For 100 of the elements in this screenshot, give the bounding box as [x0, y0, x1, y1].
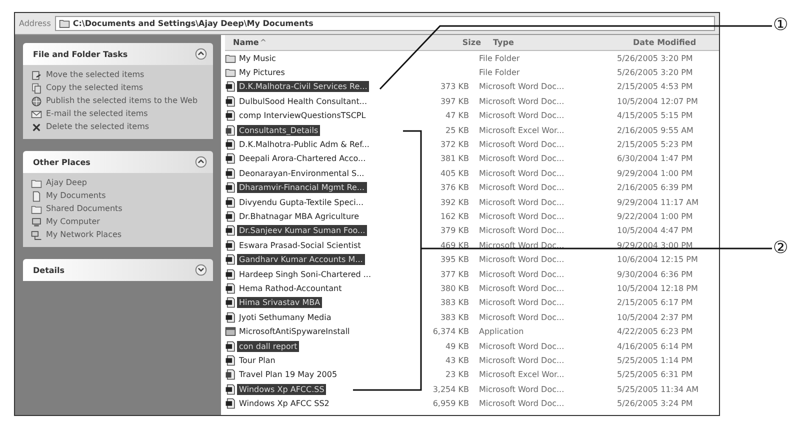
- file-size: 383 KB: [440, 312, 469, 322]
- file-type: Microsoft Word Doc...: [479, 240, 564, 250]
- task-link[interactable]: E-mail the selected items: [31, 109, 207, 120]
- file-name[interactable]: Hardeep Singh Soni-Chartered ...: [237, 268, 374, 280]
- task-link[interactable]: Move the selected items: [31, 70, 207, 81]
- task-link[interactable]: My Computer: [31, 217, 207, 228]
- file-size: 380 KB: [440, 284, 469, 293]
- column-header[interactable]: Name^: [225, 35, 425, 50]
- file-type: Microsoft Word Doc...: [479, 111, 564, 120]
- file-name[interactable]: My Music: [237, 52, 278, 64]
- date-modified: 10/5/2004 4:47 PM: [617, 226, 693, 236]
- date-modified: 6/30/2004 1:47 PM: [617, 154, 693, 164]
- copy-icon: [31, 83, 42, 94]
- date-modified: 9/29/2004 3:00 PM: [617, 240, 693, 250]
- file-name[interactable]: con dall report: [237, 340, 300, 352]
- pane-header[interactable]: Details: [23, 259, 213, 281]
- file-size: 6,959 KB: [432, 399, 469, 408]
- file-name[interactable]: D.K.Malhotra-Civil Services Re...: [237, 81, 370, 92]
- file-name[interactable]: Tour Plan: [237, 354, 278, 366]
- file-size: 376 KB: [440, 183, 469, 192]
- file-size: 372 KB: [440, 140, 469, 150]
- date-modified: 2/16/2005 9:55 AM: [617, 126, 694, 135]
- column-header[interactable]: Date Modified: [613, 35, 719, 50]
- pane-header[interactable]: File and Folder Tasks: [23, 43, 213, 65]
- file-size: 373 KB: [440, 82, 469, 92]
- file-type: Microsoft Excel Wor...: [479, 370, 564, 380]
- file-name[interactable]: D.K.Malhotra-Public Adm & Ref...: [237, 139, 372, 150]
- file-size: 397 KB: [440, 96, 469, 106]
- date-modified: 10/5/2004 12:07 PM: [617, 96, 698, 106]
- column-header[interactable]: Size: [425, 35, 483, 50]
- file-type: Microsoft Word Doc...: [479, 298, 564, 308]
- file-size: 23 KB: [446, 370, 469, 380]
- pane-header[interactable]: Other Places: [23, 151, 213, 173]
- file-name[interactable]: Hema Rathod-Accountant: [237, 282, 344, 294]
- date-modified: 2/15/2005 6:17 PM: [617, 298, 693, 308]
- column-header[interactable]: Type: [483, 35, 613, 50]
- file-type: Microsoft Word Doc...: [479, 284, 564, 293]
- document-icon: [225, 354, 236, 366]
- task-link[interactable]: Publish the selected items to the Web: [31, 96, 207, 107]
- file-name[interactable]: Travel Plan 19 May 2005: [237, 369, 340, 380]
- document-icon: [225, 297, 236, 308]
- file-name[interactable]: Deonarayan-Environmental S...: [237, 168, 366, 179]
- file-name[interactable]: Windows Xp AFCC SS2: [237, 398, 332, 410]
- date-modified: 10/5/2004 2:37 PM: [617, 312, 693, 322]
- file-name[interactable]: Gandharv Kumar Accounts M...: [237, 254, 365, 266]
- document-icon: [225, 312, 236, 323]
- file-type: Microsoft Excel Wor...: [479, 126, 564, 135]
- date-modified: 5/25/2005 11:34 AM: [617, 384, 699, 394]
- folder-icon: [58, 18, 70, 29]
- date-modified: 9/22/2004 1:00 PM: [617, 212, 693, 221]
- date-modified: 9/29/2004 11:17 AM: [617, 198, 699, 207]
- envelope-icon: [31, 109, 42, 120]
- file-name[interactable]: Dr.Sanjeev Kumar Suman Foo...: [237, 225, 368, 236]
- folder-icon: [31, 204, 42, 215]
- file-name[interactable]: Divyendu Gupta-Textile Speci...: [237, 196, 366, 208]
- document-icon: [225, 240, 236, 251]
- file-size: 377 KB: [440, 270, 469, 279]
- date-modified: 5/25/2005 6:31 PM: [617, 370, 693, 380]
- file-type: Microsoft Word Doc...: [479, 168, 564, 178]
- document-icon: [225, 398, 236, 410]
- address-field[interactable]: C:\Documents and Settings\Ajay Deep\My Documents: [54, 16, 715, 31]
- document-icon: [225, 81, 236, 92]
- file-name[interactable]: Hima Srivastav MBA: [237, 297, 322, 308]
- file-name[interactable]: Consultants_Details: [237, 124, 320, 136]
- file-name[interactable]: Eswara Prasad-Social Scientist: [237, 240, 363, 251]
- date-modified: 9/29/2004 1:00 PM: [617, 168, 693, 178]
- file-name[interactable]: MicrosoftAntiSpywareInstall: [237, 326, 352, 338]
- file-name[interactable]: Dharamvir-Financial Mgmt Re...: [237, 182, 367, 194]
- document-icon: [225, 153, 236, 164]
- date-modified: 9/30/2004 6:36 PM: [617, 270, 693, 279]
- cross-icon: [31, 122, 42, 133]
- file-name[interactable]: Dr.Bhatnagar MBA Agriculture: [237, 210, 362, 222]
- file-size: 383 KB: [440, 298, 469, 308]
- file-size: 6,374 KB: [432, 327, 469, 336]
- file-type: Microsoft Word Doc...: [479, 312, 564, 322]
- file-name[interactable]: DulbulSood Health Consultant...: [237, 96, 370, 107]
- task-link[interactable]: My Network Places: [31, 230, 207, 241]
- document-icon: [225, 110, 236, 122]
- document-icon: [225, 196, 236, 208]
- file-name[interactable]: comp InterviewQuestionsTSCPL: [237, 110, 368, 122]
- document-icon: [225, 139, 236, 150]
- file-type: File Folder: [479, 68, 520, 78]
- file-type: Microsoft Word Doc...: [479, 82, 564, 92]
- file-name[interactable]: Windows Xp AFCC.SS: [237, 384, 326, 395]
- task-link[interactable]: Shared Documents: [31, 204, 207, 215]
- file-size: 381 KB: [440, 154, 469, 164]
- task-link[interactable]: Ajay Deep: [31, 178, 207, 189]
- file-name[interactable]: Deepali Arora-Chartered Acco...: [237, 153, 368, 164]
- file-name[interactable]: My Pictures: [237, 67, 287, 78]
- task-link[interactable]: Copy the selected items: [31, 83, 207, 94]
- document-icon: [225, 210, 236, 222]
- document-icon: [225, 268, 236, 280]
- file-name[interactable]: Jyoti Sethumany Media: [237, 312, 334, 323]
- file-type: Microsoft Word Doc...: [479, 342, 564, 350]
- task-link[interactable]: Delete the selected items: [31, 122, 207, 133]
- file-size: 3,254 KB: [432, 384, 469, 394]
- date-modified: 4/22/2005 6:23 PM: [617, 327, 693, 336]
- task-link[interactable]: My Documents: [31, 191, 207, 202]
- date-modified: 4/15/2005 5:15 PM: [617, 111, 693, 120]
- date-modified: 5/26/2005 3:24 PM: [617, 399, 693, 408]
